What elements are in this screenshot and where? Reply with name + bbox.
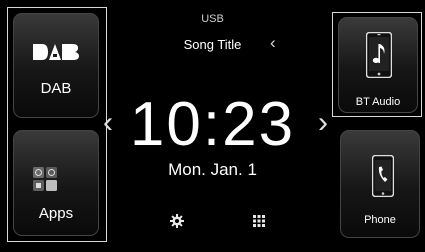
phone-label: Phone: [364, 214, 396, 226]
grid-menu-icon[interactable]: [253, 215, 265, 227]
bt-audio-label: BT Audio: [355, 96, 401, 108]
apps-label: Apps: [38, 205, 74, 222]
gear-icon[interactable]: [170, 214, 184, 228]
back-chevron-icon[interactable]: ‹: [270, 33, 276, 53]
bt-audio-tile[interactable]: BT Audio: [338, 17, 418, 113]
bluetooth-audio-phone-icon: [366, 32, 392, 78]
next-source-chevron-icon[interactable]: ›: [318, 108, 328, 138]
phone-tile[interactable]: Phone: [340, 130, 420, 238]
phone-handset-icon: [372, 155, 394, 197]
